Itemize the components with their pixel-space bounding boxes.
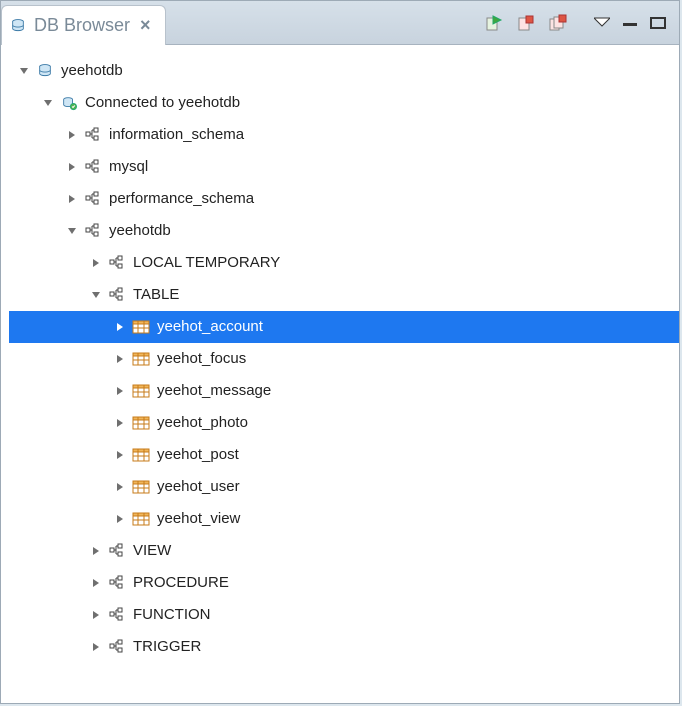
tree-node-table[interactable]: yeehot_user	[9, 471, 679, 503]
tree-node-table[interactable]: yeehot_photo	[9, 407, 679, 439]
node-label: yeehot_view	[155, 511, 240, 528]
node-label: yeehotdb	[107, 223, 171, 240]
chevron-right-icon[interactable]	[65, 192, 79, 206]
chevron-right-icon[interactable]	[113, 320, 127, 334]
chevron-right-icon[interactable]	[89, 576, 103, 590]
chevron-right-icon[interactable]	[113, 480, 127, 494]
node-label: yeehot_post	[155, 447, 239, 464]
tree-node-table[interactable]: yeehot_focus	[9, 343, 679, 375]
schema-icon	[107, 542, 127, 560]
tree-node-folder[interactable]: LOCAL TEMPORARY	[9, 247, 679, 279]
tree-node-schema[interactable]: yeehotdb	[9, 215, 679, 247]
node-label: Connected to yeehotdb	[83, 95, 240, 112]
schema-icon	[107, 286, 127, 304]
tree-node-folder[interactable]: TRIGGER	[9, 631, 679, 663]
table-icon	[131, 446, 151, 464]
titlebar: DB Browser ×	[1, 1, 679, 45]
node-label: yeehot_account	[155, 319, 263, 336]
connection-icon	[59, 94, 79, 112]
node-label: yeehot_photo	[155, 415, 248, 432]
schema-icon	[83, 158, 103, 176]
chevron-right-icon[interactable]	[113, 352, 127, 366]
tree-node-table[interactable]: yeehot_message	[9, 375, 679, 407]
tree-node-folder[interactable]: FUNCTION	[9, 599, 679, 631]
chevron-right-icon[interactable]	[89, 256, 103, 270]
run-script-icon[interactable]	[483, 12, 505, 34]
chevron-right-icon[interactable]	[89, 608, 103, 622]
chevron-right-icon[interactable]	[113, 416, 127, 430]
node-label: PROCEDURE	[131, 575, 229, 592]
schema-icon	[107, 606, 127, 624]
tree-node-table[interactable]: yeehot_view	[9, 503, 679, 535]
stop-script-icon[interactable]	[515, 12, 537, 34]
tree-node-schema[interactable]: performance_schema	[9, 183, 679, 215]
panel-tab[interactable]: DB Browser ×	[1, 5, 166, 45]
table-icon	[131, 318, 151, 336]
tree-node-schema[interactable]: information_schema	[9, 119, 679, 151]
chevron-down-icon[interactable]	[41, 96, 55, 110]
tree-node-folder[interactable]: VIEW	[9, 535, 679, 567]
database-icon	[35, 62, 55, 80]
table-icon	[131, 478, 151, 496]
node-label: yeehot_focus	[155, 351, 246, 368]
tree: yeehotdb Connected to yeehotdb informati…	[1, 45, 679, 663]
schema-icon	[107, 254, 127, 272]
tree-node-folder[interactable]: PROCEDURE	[9, 567, 679, 599]
node-label: information_schema	[107, 127, 244, 144]
database-icon	[8, 17, 28, 35]
tree-node-connection[interactable]: Connected to yeehotdb	[9, 87, 679, 119]
table-icon	[131, 414, 151, 432]
chevron-right-icon[interactable]	[113, 448, 127, 462]
menu-icon[interactable]	[593, 16, 611, 30]
node-label: FUNCTION	[131, 607, 211, 624]
stop-all-icon[interactable]	[547, 12, 569, 34]
table-icon	[131, 382, 151, 400]
tree-node-table[interactable]: yeehot_post	[9, 439, 679, 471]
schema-icon	[83, 222, 103, 240]
tree-node-table[interactable]: yeehot_account	[9, 311, 679, 343]
tab-title: DB Browser	[34, 15, 130, 36]
minimize-icon[interactable]	[621, 16, 639, 30]
tree-node-schema[interactable]: mysql	[9, 151, 679, 183]
node-label: LOCAL TEMPORARY	[131, 255, 280, 272]
chevron-down-icon[interactable]	[17, 64, 31, 78]
node-label: TABLE	[131, 287, 179, 304]
node-label: VIEW	[131, 543, 171, 560]
schema-icon	[107, 638, 127, 656]
schema-icon	[107, 574, 127, 592]
schema-icon	[83, 190, 103, 208]
node-label: TRIGGER	[131, 639, 201, 656]
maximize-icon[interactable]	[649, 16, 667, 30]
toolbar	[166, 1, 679, 44]
window-controls	[593, 16, 667, 30]
node-label: yeehotdb	[59, 63, 123, 80]
chevron-right-icon[interactable]	[89, 640, 103, 654]
close-icon[interactable]: ×	[136, 15, 155, 36]
chevron-right-icon[interactable]	[65, 128, 79, 142]
chevron-right-icon[interactable]	[65, 160, 79, 174]
table-icon	[131, 350, 151, 368]
table-icon	[131, 510, 151, 528]
db-browser-panel: DB Browser ×	[0, 0, 680, 704]
chevron-right-icon[interactable]	[89, 544, 103, 558]
node-label: yeehot_message	[155, 383, 271, 400]
node-label: performance_schema	[107, 191, 254, 208]
chevron-down-icon[interactable]	[65, 224, 79, 238]
chevron-right-icon[interactable]	[113, 384, 127, 398]
tree-node-database[interactable]: yeehotdb	[9, 55, 679, 87]
chevron-down-icon[interactable]	[89, 288, 103, 302]
chevron-right-icon[interactable]	[113, 512, 127, 526]
schema-icon	[83, 126, 103, 144]
tree-node-folder[interactable]: TABLE	[9, 279, 679, 311]
node-label: mysql	[107, 159, 148, 176]
node-label: yeehot_user	[155, 479, 240, 496]
